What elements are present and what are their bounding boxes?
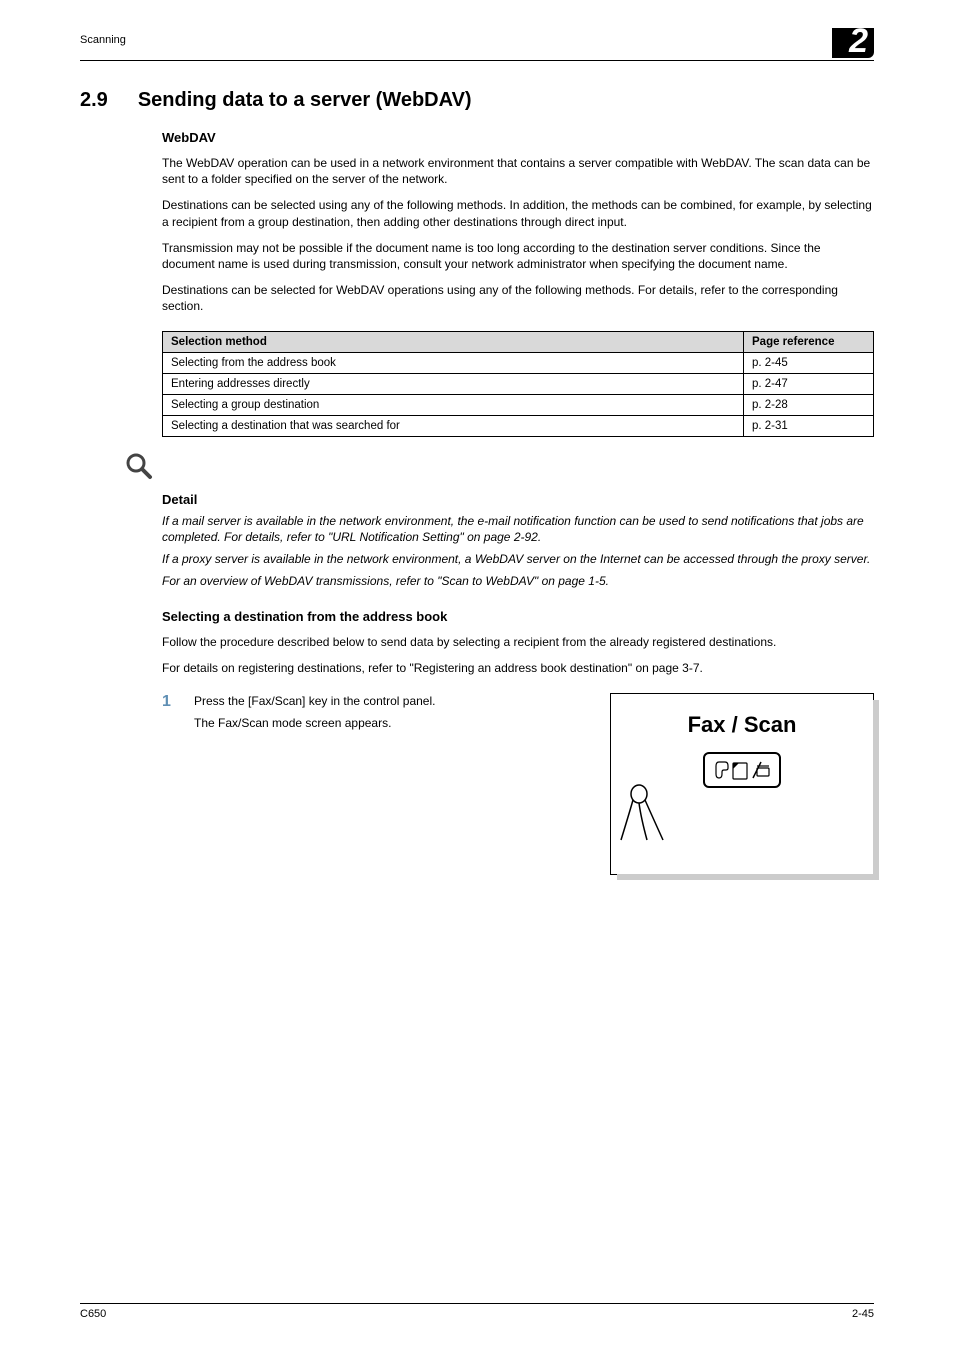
page-footer: C650 2-45: [80, 1303, 874, 1320]
figure-shadow: [873, 700, 879, 880]
col-header-method: Selection method: [163, 331, 744, 352]
paragraph: Transmission may not be possible if the …: [162, 240, 874, 272]
paragraph: Follow the procedure described below to …: [162, 634, 874, 650]
paragraph: The WebDAV operation can be used in a ne…: [162, 155, 874, 187]
fax-scan-figure: Fax / Scan: [610, 693, 874, 875]
detail-paragraph: If a proxy server is available in the ne…: [162, 551, 874, 567]
running-head: Scanning: [80, 28, 126, 46]
footer-rule: [80, 1303, 874, 1304]
pointing-finger-icon: [611, 784, 675, 848]
detail-paragraph: If a mail server is available in the net…: [162, 513, 874, 545]
section-title: Sending data to a server (WebDAV): [138, 89, 472, 112]
col-header-reference: Page reference: [744, 331, 874, 352]
selection-method-table: Selection method Page reference Selectin…: [162, 331, 874, 437]
body-content: WebDAV The WebDAV operation can be used …: [162, 130, 874, 875]
cell-reference: p. 2-28: [744, 394, 874, 415]
step-number: 1: [162, 693, 180, 875]
magnifier-icon: [124, 451, 154, 481]
step-text: Press the [Fax/Scan] key in the control …: [194, 693, 596, 875]
table-row: Entering addresses directly p. 2-47: [163, 373, 874, 394]
table-row: Selecting a destination that was searche…: [163, 415, 874, 436]
table-row: Selecting a group destination p. 2-28: [163, 394, 874, 415]
cell-reference: p. 2-31: [744, 415, 874, 436]
cell-method: Selecting from the address book: [163, 352, 744, 373]
detail-paragraph: For an overview of WebDAV transmissions,…: [162, 573, 874, 589]
chapter-number-badge: 2: [832, 28, 874, 58]
cell-method: Selecting a destination that was searche…: [163, 415, 744, 436]
header-rule: [80, 60, 874, 61]
page-header: Scanning 2: [80, 0, 874, 58]
figure-wrap: Fax / Scan: [610, 693, 874, 875]
footer-cells: C650 2-45: [80, 1308, 874, 1320]
detail-block: Detail If a mail server is available in …: [162, 451, 874, 590]
table-header-row: Selection method Page reference: [163, 331, 874, 352]
step-line: Press the [Fax/Scan] key in the control …: [194, 693, 596, 709]
fax-scan-key-icon: [703, 752, 781, 788]
table-row: Selecting from the address book p. 2-45: [163, 352, 874, 373]
page-container: Scanning 2 2.9 Sending data to a server …: [0, 0, 954, 1350]
section-number: 2.9: [80, 89, 108, 112]
section-heading: 2.9 Sending data to a server (WebDAV): [80, 89, 874, 112]
paragraph: For details on registering destinations,…: [162, 660, 874, 676]
step-line: The Fax/Scan mode screen appears.: [194, 715, 596, 731]
cell-reference: p. 2-47: [744, 373, 874, 394]
subheading-webdav: WebDAV: [162, 130, 874, 145]
footer-left: C650: [80, 1308, 106, 1320]
figure-shadow: [617, 874, 879, 880]
cell-reference: p. 2-45: [744, 352, 874, 373]
cell-method: Selecting a group destination: [163, 394, 744, 415]
chapter-badge-wrap: 2: [832, 28, 874, 58]
detail-label: Detail: [162, 492, 874, 507]
subheading-select-dest: Selecting a destination from the address…: [162, 609, 874, 624]
step-1-row: 1 Press the [Fax/Scan] key in the contro…: [162, 693, 874, 875]
paragraph: Destinations can be selected for WebDAV …: [162, 282, 874, 314]
cell-method: Entering addresses directly: [163, 373, 744, 394]
paragraph: Destinations can be selected using any o…: [162, 197, 874, 229]
figure-title: Fax / Scan: [611, 712, 873, 738]
footer-right: 2-45: [852, 1308, 874, 1320]
